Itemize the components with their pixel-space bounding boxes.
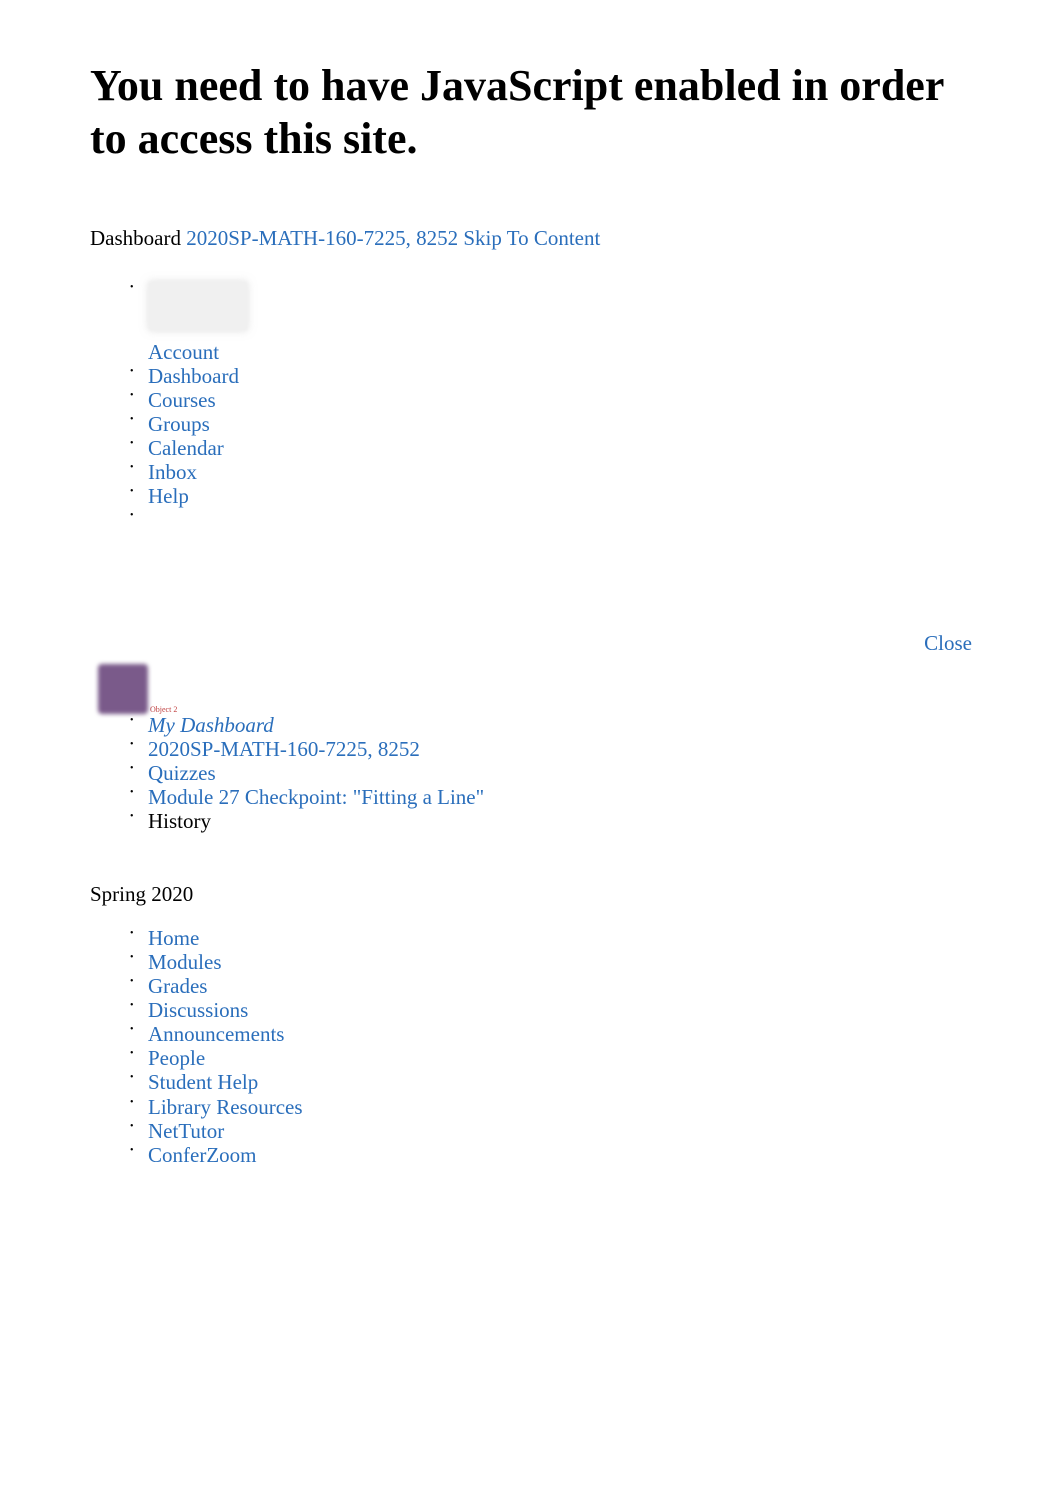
nettutor-link[interactable]: NetTutor	[148, 1119, 224, 1143]
inbox-link[interactable]: Inbox	[148, 460, 197, 484]
course-nav-student-help: Student Help	[130, 1071, 972, 1093]
nav-item-empty	[130, 509, 972, 531]
breadcrumb-course-link[interactable]: 2020SP-MATH-160-7225, 8252	[148, 737, 420, 761]
breadcrumb-quizzes: Quizzes	[130, 762, 972, 784]
courses-link[interactable]: Courses	[148, 388, 216, 412]
account-link[interactable]: Account	[148, 340, 219, 364]
nav-item-help: Help	[130, 485, 972, 507]
close-link[interactable]: Close	[924, 631, 972, 655]
dashboard-label: Dashboard	[90, 226, 181, 250]
nav-item-courses: Courses	[130, 389, 972, 411]
close-row: Close	[90, 631, 972, 656]
discussions-link[interactable]: Discussions	[148, 998, 248, 1022]
nav-item-calendar: Calendar	[130, 437, 972, 459]
nav-item-inbox: Inbox	[130, 461, 972, 483]
object-row: Object 2	[90, 664, 972, 714]
dashboard-link[interactable]: Dashboard	[148, 364, 239, 388]
groups-link[interactable]: Groups	[148, 412, 210, 436]
breadcrumb-course: 2020SP-MATH-160-7225, 8252	[130, 738, 972, 760]
breadcrumb-module-link[interactable]: Module 27 Checkpoint: "Fitting a Line"	[148, 785, 484, 809]
course-nav-grades: Grades	[130, 975, 972, 997]
top-line: Dashboard 2020SP-MATH-160-7225, 8252 Ski…	[90, 226, 972, 251]
course-nav-modules: Modules	[130, 951, 972, 973]
conferzoom-link[interactable]: ConferZoom	[148, 1143, 256, 1167]
breadcrumb-history-label: History	[148, 809, 211, 833]
page-heading: You need to have JavaScript enabled in o…	[90, 60, 972, 166]
nav-item-account: Account	[130, 281, 972, 363]
course-code-link[interactable]: 2020SP-MATH-160-7225, 8252	[186, 226, 458, 250]
breadcrumb-history: History	[130, 810, 972, 832]
object-placeholder-icon	[98, 664, 148, 714]
course-nav-discussions: Discussions	[130, 999, 972, 1021]
course-nav-conferzoom: ConferZoom	[130, 1144, 972, 1166]
my-dashboard-link[interactable]: My Dashboard	[148, 713, 274, 737]
student-help-link[interactable]: Student Help	[148, 1070, 258, 1094]
profile-placeholder-icon	[148, 281, 248, 331]
nav-item-dashboard: Dashboard	[130, 365, 972, 387]
term-label: Spring 2020	[90, 882, 972, 907]
skip-to-content-link[interactable]: Skip To Content	[463, 226, 600, 250]
course-nav: Home Modules Grades Discussions Announce…	[90, 927, 972, 1165]
calendar-link[interactable]: Calendar	[148, 436, 224, 460]
breadcrumb: My Dashboard 2020SP-MATH-160-7225, 8252 …	[90, 714, 972, 832]
breadcrumb-module: Module 27 Checkpoint: "Fitting a Line"	[130, 786, 972, 808]
library-resources-link[interactable]: Library Resources	[148, 1095, 303, 1119]
course-nav-home: Home	[130, 927, 972, 949]
course-nav-announcements: Announcements	[130, 1023, 972, 1045]
course-nav-people: People	[130, 1047, 972, 1069]
announcements-link[interactable]: Announcements	[148, 1022, 284, 1046]
course-nav-library: Library Resources	[130, 1096, 972, 1118]
help-link[interactable]: Help	[148, 484, 189, 508]
people-link[interactable]: People	[148, 1046, 205, 1070]
breadcrumb-quizzes-link[interactable]: Quizzes	[148, 761, 216, 785]
breadcrumb-my-dashboard: My Dashboard	[130, 714, 972, 736]
grades-link[interactable]: Grades	[148, 974, 207, 998]
home-link[interactable]: Home	[148, 926, 199, 950]
modules-link[interactable]: Modules	[148, 950, 222, 974]
main-nav: Account Dashboard Courses Groups Calenda…	[90, 281, 972, 531]
nav-item-groups: Groups	[130, 413, 972, 435]
course-nav-nettutor: NetTutor	[130, 1120, 972, 1142]
